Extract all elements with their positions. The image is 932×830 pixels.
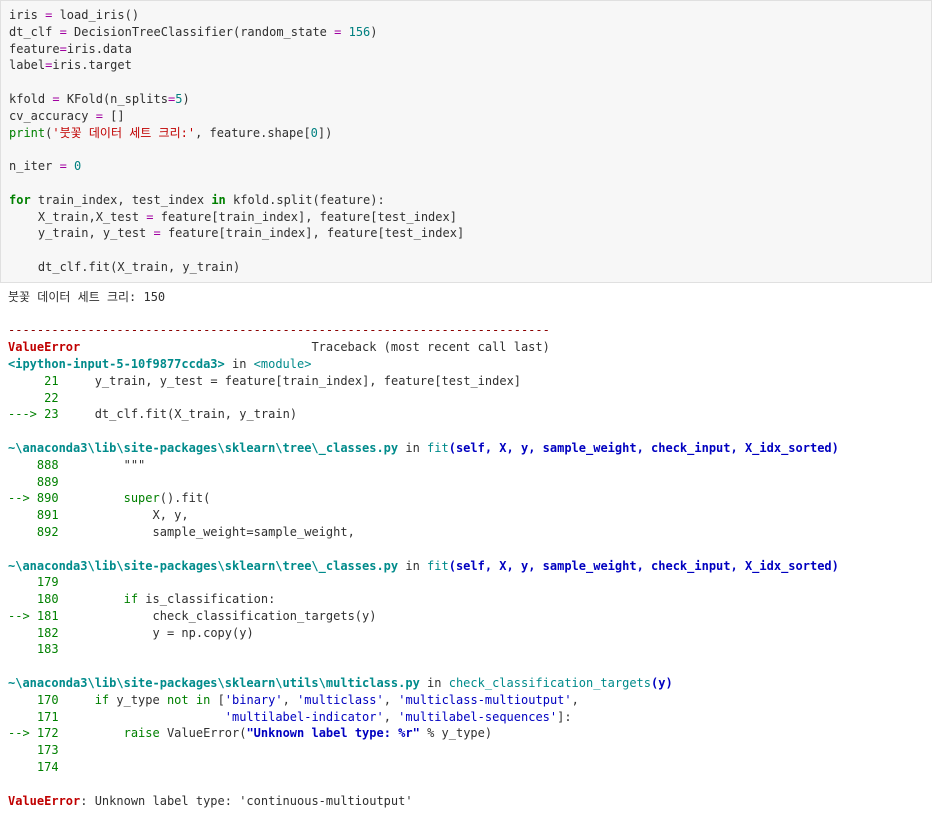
traceback-line: 888 """ xyxy=(8,458,145,472)
traceback-line: 182 y = np.copy(y) xyxy=(8,626,254,640)
traceback-frame-location: ~\anaconda3\lib\site-packages\sklearn\tr… xyxy=(8,559,839,573)
code-line: feature=iris.data xyxy=(9,42,132,56)
traceback-line: 183 xyxy=(8,642,66,656)
code-line: y_train, y_test = feature[train_index], … xyxy=(9,226,464,240)
traceback-line: 173 xyxy=(8,743,66,757)
traceback-header: ValueError Traceback (most recent call l… xyxy=(8,340,550,354)
code-line: n_iter = 0 xyxy=(9,159,81,173)
traceback-line: 891 X, y, xyxy=(8,508,189,522)
code-line: iris = load_iris() xyxy=(9,8,139,22)
code-line: dt_clf.fit(X_train, y_train) xyxy=(9,260,240,274)
code-line: label=iris.target xyxy=(9,58,132,72)
traceback-line: 179 xyxy=(8,575,66,589)
error-final: ValueError: Unknown label type: 'continu… xyxy=(8,794,413,808)
traceback-line-current: --> 890 super().fit( xyxy=(8,491,210,505)
traceback-line-current: --> 172 raise ValueError("Unknown label … xyxy=(8,726,492,740)
output-cell: 붓꽃 데이터 세트 크리: 150 ----------------------… xyxy=(0,283,932,816)
code-line: for train_index, test_index in kfold.spl… xyxy=(9,193,385,207)
code-line: dt_clf = DecisionTreeClassifier(random_s… xyxy=(9,25,378,39)
code-line: X_train,X_test = feature[train_index], f… xyxy=(9,210,457,224)
code-line: kfold = KFold(n_splits=5) xyxy=(9,92,190,106)
traceback-line: 889 xyxy=(8,475,66,489)
traceback-line: 892 sample_weight=sample_weight, xyxy=(8,525,355,539)
code-line: cv_accuracy = [] xyxy=(9,109,125,123)
code-line: print('붓꽃 데이터 세트 크리:', feature.shape[0]) xyxy=(9,126,332,140)
traceback-frame-location: ~\anaconda3\lib\site-packages\sklearn\ut… xyxy=(8,676,673,690)
traceback-frame-location: <ipython-input-5-10f9877ccda3> in <modul… xyxy=(8,357,311,371)
stdout-line: 붓꽃 데이터 세트 크리: 150 xyxy=(8,290,165,304)
traceback-frame-location: ~\anaconda3\lib\site-packages\sklearn\tr… xyxy=(8,441,839,455)
traceback-line: 170 if y_type not in ['binary', 'multicl… xyxy=(8,693,579,707)
traceback-line-current: ---> 23 dt_clf.fit(X_train, y_train) xyxy=(8,407,297,421)
code-input-cell[interactable]: iris = load_iris() dt_clf = DecisionTree… xyxy=(0,0,932,283)
traceback-line: 21 y_train, y_test = feature[train_index… xyxy=(8,374,521,388)
traceback-line: 22 xyxy=(8,391,66,405)
traceback-line-current: --> 181 check_classification_targets(y) xyxy=(8,609,377,623)
traceback-line: 180 if is_classification: xyxy=(8,592,275,606)
traceback-divider: ----------------------------------------… xyxy=(8,323,550,337)
traceback-line: 174 xyxy=(8,760,66,774)
traceback-line: 171 'multilabel-indicator', 'multilabel-… xyxy=(8,710,572,724)
